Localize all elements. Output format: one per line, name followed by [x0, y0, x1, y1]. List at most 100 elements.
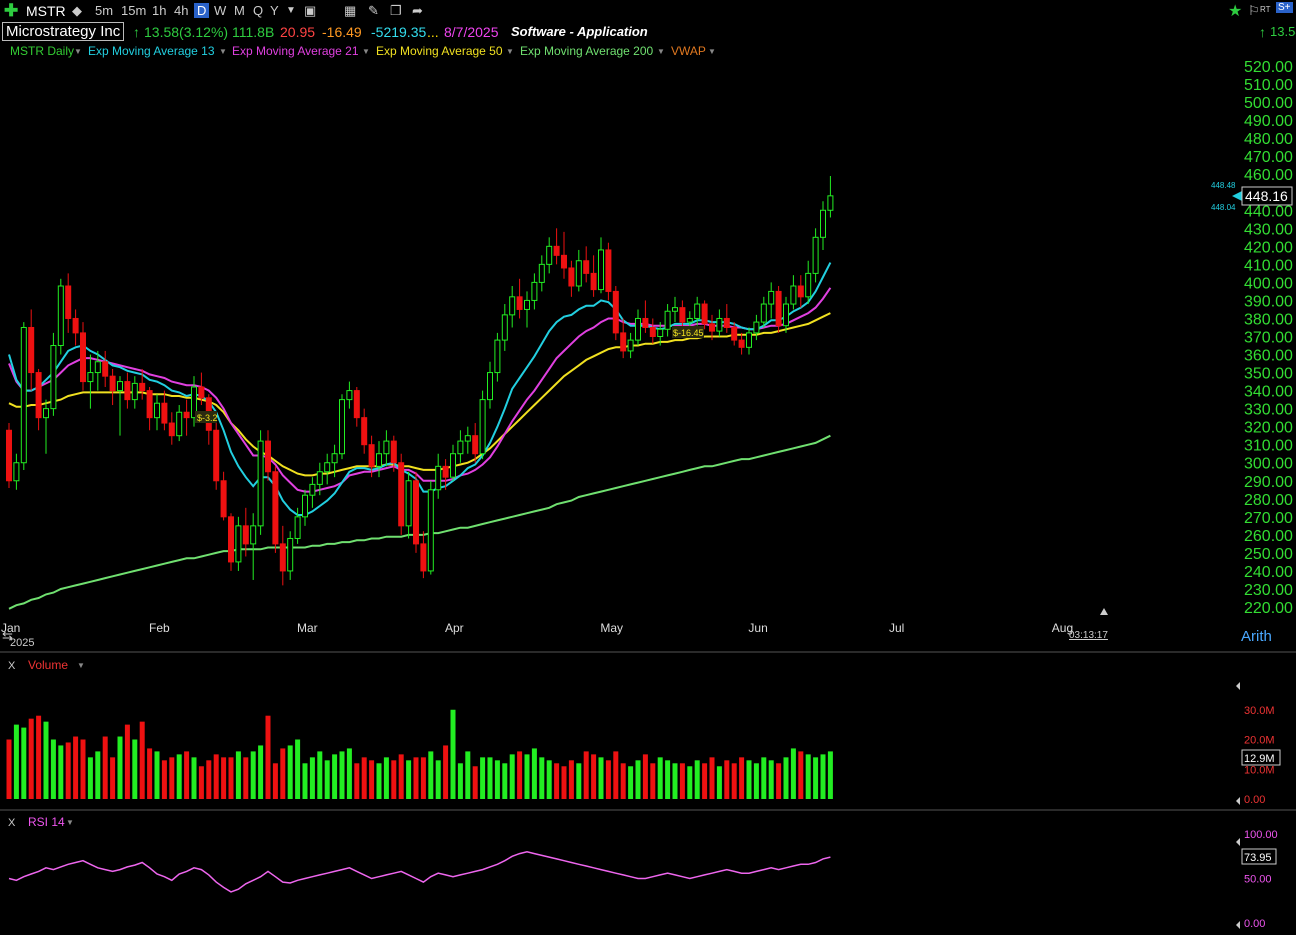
volume-title[interactable]: Volume [28, 658, 68, 672]
ema200-line [8, 434, 831, 610]
candle-body [797, 285, 804, 298]
candle-body [479, 399, 486, 455]
rsi-close-icon[interactable]: X [8, 817, 16, 829]
volume-tick-label: 20.0M [1244, 735, 1275, 747]
volume-bar [21, 727, 27, 799]
volume-close-icon[interactable]: X [8, 660, 16, 672]
candle-body [694, 303, 701, 319]
volume-bar [265, 715, 271, 799]
volume-bar [102, 736, 108, 799]
volume-bar [650, 763, 656, 799]
volume-bar [317, 751, 323, 799]
candle-body [731, 326, 738, 341]
volume-bar [324, 760, 330, 799]
volume-bar [169, 757, 175, 799]
candle-body [353, 390, 360, 419]
price-tick-label: 490.00 [1244, 113, 1293, 130]
candle-body [546, 245, 553, 265]
scale-mode[interactable]: Arith [1241, 628, 1272, 645]
volume-bar [753, 763, 759, 799]
volume-scroll-down-icon[interactable] [1236, 797, 1240, 805]
rsi-tick-label: 0.00 [1244, 918, 1265, 930]
volume-bar [724, 760, 730, 799]
volume-scroll-up-icon[interactable] [1236, 682, 1240, 690]
candle-body [457, 440, 464, 455]
volume-bar [354, 763, 360, 799]
candle-body [561, 254, 567, 269]
scroll-icon[interactable]: ⇆ [2, 628, 13, 643]
candle-body [635, 317, 641, 341]
candle-body [302, 494, 308, 518]
candle-body [183, 411, 190, 419]
chevron-down-icon[interactable]: ▼ [66, 818, 74, 827]
candle-body [598, 249, 604, 291]
candle-body [590, 272, 597, 291]
candle-body [390, 440, 397, 464]
candle-body [487, 372, 493, 401]
candle-body [331, 453, 338, 464]
candle-body [228, 516, 234, 563]
candle-body [709, 323, 715, 332]
volume-bar [716, 766, 722, 799]
price-tick-label: 360.00 [1244, 348, 1293, 365]
candle-body [213, 429, 220, 482]
price-tick-label: 430.00 [1244, 221, 1293, 238]
volume-bar [635, 760, 641, 799]
rsi-last-value: 73.95 [1244, 852, 1272, 864]
volume-bar [739, 757, 745, 799]
month-label: May [600, 621, 623, 635]
volume-bar [147, 748, 153, 799]
triangle-up-icon[interactable] [1100, 608, 1108, 615]
rsi-scroll-up-icon[interactable] [1236, 838, 1240, 846]
candle-body [57, 285, 64, 347]
volume-bar [406, 760, 412, 799]
volume-bar [805, 754, 811, 799]
candle-body [20, 326, 27, 464]
volume-bar [280, 748, 286, 799]
volume-bar [494, 760, 500, 799]
volume-bar [450, 709, 456, 799]
volume-bar [679, 763, 685, 799]
volume-bar [258, 745, 264, 799]
rsi-title[interactable]: RSI 14 [28, 815, 65, 829]
rsi-scroll-down-icon[interactable] [1236, 921, 1240, 929]
chart-area[interactable]: 520.00510.00500.00490.00480.00470.00460.… [0, 0, 1296, 935]
volume-bar [73, 736, 79, 799]
candle-body [242, 525, 249, 545]
price-tick-label: 240.00 [1244, 564, 1293, 581]
volume-bar [472, 766, 478, 799]
chevron-down-icon[interactable]: ▼ [77, 661, 85, 670]
candle-body [790, 285, 797, 305]
session-timer: 03:13:17 [1069, 630, 1108, 641]
volume-tick-label: 30.0M [1244, 705, 1275, 717]
candle-body [109, 375, 116, 392]
price-high-label: 448.48 [1211, 181, 1236, 190]
candle-body [686, 317, 693, 323]
volume-bar [517, 751, 523, 799]
candle-body [294, 516, 301, 539]
candle-body [509, 296, 516, 316]
candle-body [361, 417, 368, 446]
volume-bar [6, 739, 12, 799]
candle-body [442, 465, 449, 478]
volume-bar [154, 751, 160, 799]
candle-body [102, 361, 109, 377]
volume-bar [383, 757, 389, 799]
month-label: Mar [297, 621, 318, 635]
ema200-layer [8, 434, 831, 610]
candle-body [531, 281, 538, 301]
candle-body [272, 471, 279, 545]
price-tick-label: 400.00 [1244, 275, 1293, 292]
price-tick-label: 440.00 [1244, 203, 1293, 220]
last-price: 448.16 [1245, 188, 1288, 204]
candle-body [501, 314, 508, 341]
volume-bar [435, 760, 441, 799]
candle-body [827, 195, 834, 211]
volume-bar [332, 754, 338, 799]
volume-last-value: 12.9M [1244, 753, 1275, 765]
candle-body [538, 263, 545, 283]
volume-bar [235, 751, 241, 799]
candle-body [13, 462, 20, 482]
year-label: 2025 [10, 637, 34, 649]
candle-body [753, 321, 760, 334]
